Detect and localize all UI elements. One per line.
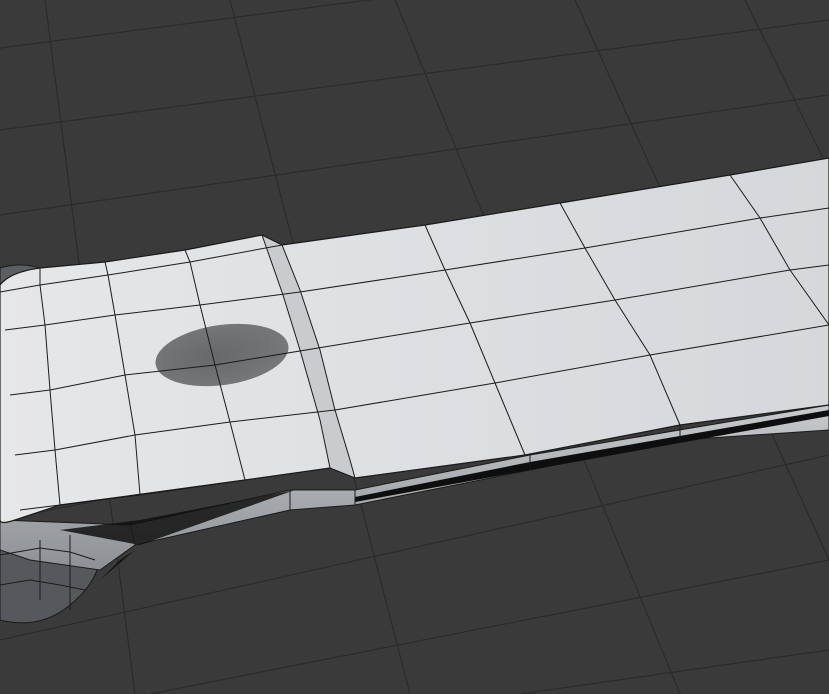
grid-line (0, 0, 374, 49)
scene-canvas[interactable] (0, 0, 829, 694)
mesh-top-surface (0, 157, 829, 524)
grid-line (149, 559, 829, 694)
grid-line (519, 649, 829, 694)
3d-viewport[interactable] (0, 0, 829, 694)
